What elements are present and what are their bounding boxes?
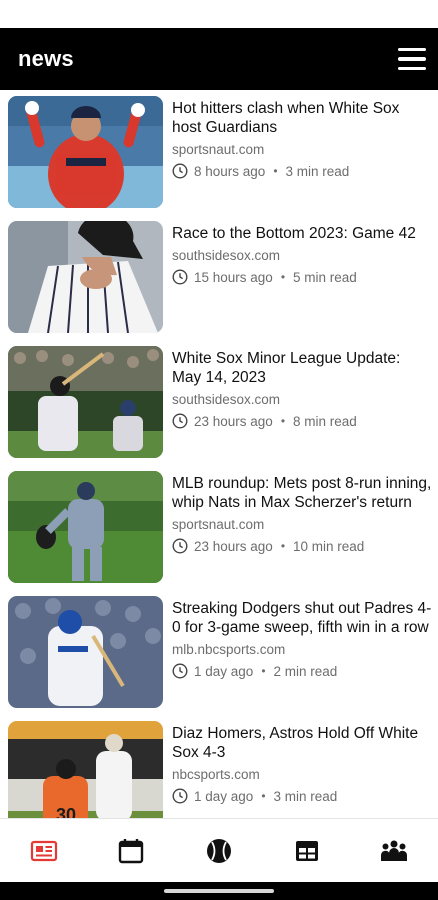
article-headline: Hot hitters clash when White Sox host Gu… xyxy=(172,100,400,136)
news-icon xyxy=(30,840,57,861)
article-time: 1 day ago xyxy=(194,663,254,679)
clock-icon xyxy=(172,788,188,804)
article-card[interactable]: Race to the Bottom 2023: Game 42 southsi… xyxy=(8,221,432,333)
article-thumbnail xyxy=(8,596,163,708)
article-read-time: 2 min read xyxy=(273,663,338,679)
clock-icon xyxy=(172,538,188,554)
table-icon xyxy=(295,840,318,861)
article-card[interactable]: MLB roundup: Mets post 8-run inning, whi… xyxy=(8,471,432,583)
calendar-icon xyxy=(119,838,144,863)
app-bar: news xyxy=(0,28,438,90)
article-time: 15 hours ago xyxy=(194,269,273,285)
article-thumbnail xyxy=(8,471,163,583)
separator-dot: • xyxy=(261,664,266,678)
article-card[interactable]: 30 Diaz Homers, Astros Hold Off White So… xyxy=(8,721,432,818)
article-thumbnail xyxy=(8,221,163,333)
article-headline: Diaz Homers, Astros Hold Off White Sox 4… xyxy=(172,725,419,761)
nav-scores[interactable] xyxy=(199,831,239,871)
article-time: 8 hours ago xyxy=(194,163,266,179)
team-icon xyxy=(381,840,408,861)
article-time: 1 day ago xyxy=(194,788,254,804)
article-card[interactable]: Hot hitters clash when White Sox host Gu… xyxy=(8,96,432,208)
clock-icon xyxy=(172,269,188,285)
nav-schedule[interactable] xyxy=(111,831,151,871)
app-title: news xyxy=(18,46,74,71)
baseball-icon xyxy=(206,838,231,863)
clock-icon xyxy=(172,663,188,679)
nav-standings[interactable] xyxy=(287,831,327,871)
article-thumbnail xyxy=(8,96,163,208)
article-source: nbcsports.com xyxy=(172,767,260,782)
clock-icon xyxy=(172,163,188,179)
article-read-time: 5 min read xyxy=(293,269,357,285)
system-navigation-bar xyxy=(0,882,438,900)
article-source: sportsnaut.com xyxy=(172,142,265,157)
article-source: sportsnaut.com xyxy=(172,517,265,532)
status-bar xyxy=(0,0,438,28)
article-thumbnail xyxy=(8,346,163,458)
separator-dot: • xyxy=(261,789,266,803)
nav-news[interactable] xyxy=(24,831,64,871)
article-source: southsidesox.com xyxy=(172,392,281,407)
home-gesture-handle[interactable] xyxy=(164,889,274,893)
article-headline: Streaking Dodgers shut out Padres 4-0 fo… xyxy=(172,600,432,636)
article-card[interactable]: Streaking Dodgers shut out Padres 4-0 fo… xyxy=(8,596,432,708)
article-read-time: 8 min read xyxy=(293,413,357,429)
article-headline: Race to the Bottom 2023: Game 42 xyxy=(172,225,416,242)
article-read-time: 10 min read xyxy=(293,538,365,554)
separator-dot: • xyxy=(280,539,286,553)
article-time: 23 hours ago xyxy=(194,413,273,429)
article-card[interactable]: White Sox Minor League Update: May 14, 2… xyxy=(8,346,432,458)
clock-icon xyxy=(172,413,188,429)
nav-team[interactable] xyxy=(374,831,414,871)
article-time: 23 hours ago xyxy=(194,538,273,554)
article-source: mlb.nbcsports.com xyxy=(172,642,286,657)
article-read-time: 3 min read xyxy=(273,788,338,804)
article-source: southsidesox.com xyxy=(172,248,281,263)
article-thumbnail: 30 xyxy=(8,721,163,818)
svg-text:30: 30 xyxy=(56,805,76,818)
bottom-navigation xyxy=(0,818,438,882)
separator-dot: • xyxy=(273,164,278,178)
separator-dot: • xyxy=(280,414,286,428)
news-feed[interactable]: Hot hitters clash when White Sox host Gu… xyxy=(0,90,438,818)
separator-dot: • xyxy=(280,270,286,284)
article-headline: White Sox Minor League Update: May 14, 2… xyxy=(172,350,401,386)
menu-icon[interactable] xyxy=(398,45,426,73)
article-headline: MLB roundup: Mets post 8-run inning, whi… xyxy=(172,475,432,511)
article-read-time: 3 min read xyxy=(285,163,350,179)
